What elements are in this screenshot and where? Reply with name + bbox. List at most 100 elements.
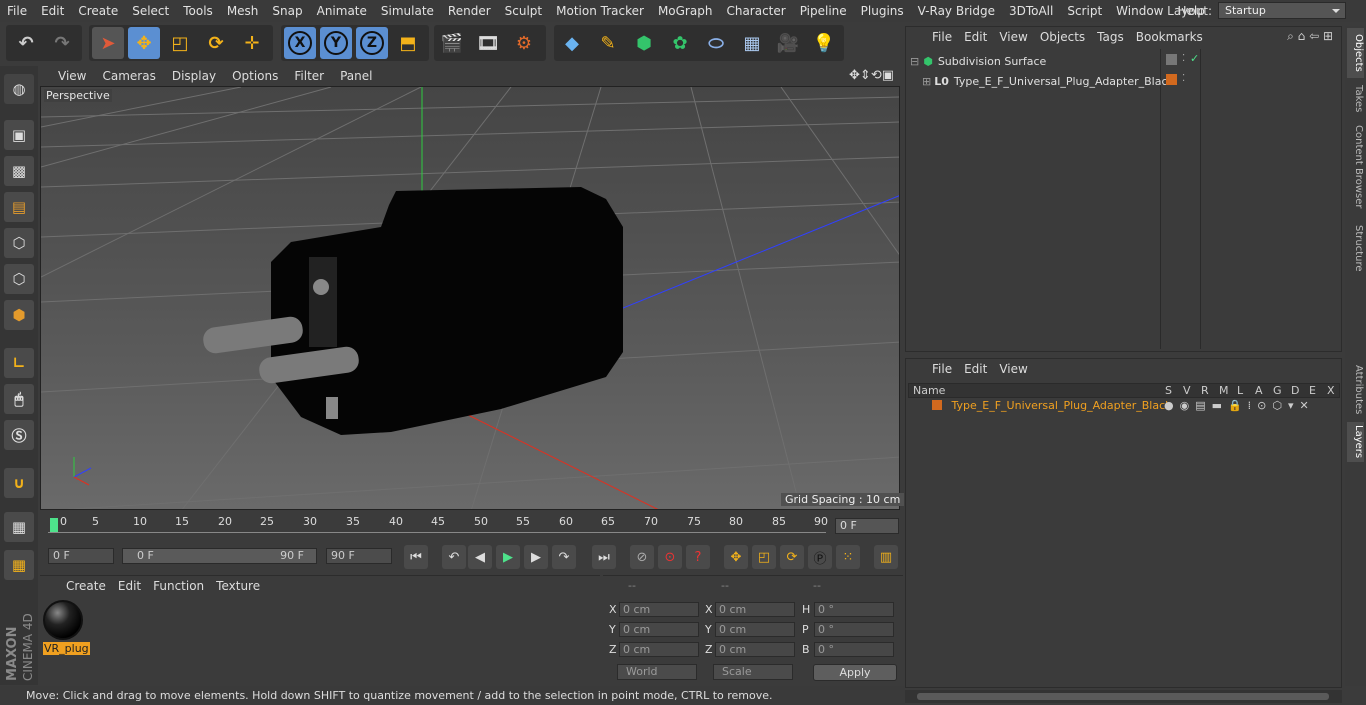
col-render[interactable]: R — [1201, 384, 1209, 397]
object-row-subdivision[interactable]: ⊟ ⬢ Subdivision Surface — [910, 52, 1046, 70]
axis-mode-icon[interactable]: ∟ — [4, 348, 34, 378]
mat-menu-create[interactable]: Create — [60, 579, 112, 593]
x-axis-button[interactable]: X — [284, 27, 316, 59]
light-icon[interactable]: 💡 — [808, 27, 840, 59]
menu-pipeline[interactable]: Pipeline — [793, 4, 854, 18]
rot-b-field[interactable]: 0 ° — [814, 642, 894, 657]
render-settings-icon[interactable]: ⚙ — [508, 27, 540, 59]
tab-objects[interactable]: Objects — [1347, 28, 1364, 78]
visibility-dots-icon[interactable]: ⁚ — [1182, 73, 1185, 84]
col-name[interactable]: Name — [913, 384, 945, 397]
playhead-marker[interactable] — [50, 518, 58, 533]
menu-file[interactable]: File — [0, 4, 34, 18]
obj-menu-edit[interactable]: Edit — [958, 30, 993, 44]
next-key-icon[interactable]: ↷ — [552, 545, 576, 569]
key-parameter-icon[interactable]: Ⓟ — [808, 545, 832, 569]
pos-z-field[interactable]: 0 cm — [619, 642, 699, 657]
layer-menu-edit[interactable]: Edit — [958, 362, 993, 376]
enabled-check-icon[interactable]: ✓ — [1190, 52, 1199, 65]
menu-edit[interactable]: Edit — [34, 4, 71, 18]
col-animation[interactable]: A — [1255, 384, 1263, 397]
layer-color-swatch[interactable] — [1166, 74, 1177, 85]
preview-range-slider[interactable]: 0 F 90 F — [122, 548, 317, 564]
solo-mode-icon[interactable]: Ⓢ — [4, 420, 34, 450]
workplane-mode-icon[interactable]: ▤ — [4, 192, 34, 222]
col-locked[interactable]: L — [1237, 384, 1243, 397]
obj-menu-view[interactable]: View — [993, 30, 1033, 44]
scale-icon[interactable]: ◰ — [164, 27, 196, 59]
col-view[interactable]: V — [1183, 384, 1191, 397]
vp-menu-filter[interactable]: Filter — [286, 69, 332, 83]
mat-menu-texture[interactable]: Texture — [210, 579, 266, 593]
move-icon[interactable]: ✥ — [128, 27, 160, 59]
menu-3dtoall[interactable]: 3DToAll — [1002, 4, 1060, 18]
make-editable-icon[interactable]: ◍ — [4, 74, 34, 104]
edges-mode-icon[interactable]: ⬡ — [4, 264, 34, 294]
vp-menu-options[interactable]: Options — [224, 69, 286, 83]
layer-tag-icon[interactable] — [1166, 54, 1177, 65]
col-xref[interactable]: X — [1327, 384, 1335, 397]
viewport-nav-icons[interactable]: ✥⇕⟲▣ — [849, 68, 894, 83]
menu-motion-tracker[interactable]: Motion Tracker — [549, 4, 651, 18]
search-home-icons[interactable]: ⌕ ⌂ ⇦ ⊞ — [1287, 29, 1333, 44]
end-frame-field[interactable]: 90 F — [326, 548, 392, 564]
render-view-icon[interactable]: 🎬 — [436, 27, 468, 59]
cube-icon[interactable]: ◆ — [556, 27, 588, 59]
timeline-ruler[interactable]: 0 5 10 15 20 25 30 35 40 45 50 55 60 65 … — [48, 515, 828, 537]
obj-menu-objects[interactable]: Objects — [1034, 30, 1091, 44]
layer-menu-view[interactable]: View — [993, 362, 1033, 376]
scrollbar-thumb[interactable] — [917, 693, 1329, 700]
col-manager[interactable]: M — [1219, 384, 1229, 397]
col-expressions[interactable]: E — [1309, 384, 1316, 397]
tree-expand-icon[interactable]: ⊟ — [910, 55, 919, 68]
texture-mode-icon[interactable]: ▩ — [4, 156, 34, 186]
tab-structure[interactable]: Structure — [1347, 222, 1364, 274]
live-select-icon[interactable]: ➤ — [92, 27, 124, 59]
rotate-icon[interactable]: ⟳ — [200, 27, 232, 59]
planar-workplane-icon[interactable]: ▦ — [4, 550, 34, 580]
obj-menu-bookmarks[interactable]: Bookmarks — [1130, 30, 1209, 44]
key-position-icon[interactable]: ✥ — [724, 545, 748, 569]
menu-snap[interactable]: Snap — [265, 4, 309, 18]
tweak-mode-icon[interactable]: 🖱 — [4, 384, 34, 414]
viewport-perspective[interactable] — [40, 86, 900, 510]
coord-mode-dropdown[interactable]: World — [617, 664, 697, 680]
menu-window[interactable]: Window — [1109, 4, 1170, 18]
points-mode-icon[interactable]: ⬡ — [4, 228, 34, 258]
rot-p-field[interactable]: 0 ° — [814, 622, 894, 637]
cloner-icon[interactable]: ✿ — [664, 27, 696, 59]
autokey-icon[interactable]: ⊙ — [658, 545, 682, 569]
size-y-field[interactable]: 0 cm — [715, 622, 795, 637]
mat-menu-function[interactable]: Function — [147, 579, 210, 593]
menu-vray-bridge[interactable]: V-Ray Bridge — [911, 4, 1002, 18]
floor-icon[interactable]: ▦ — [736, 27, 768, 59]
vp-menu-cameras[interactable]: Cameras — [94, 69, 163, 83]
coordinate-system-icon[interactable]: ⬒ — [392, 27, 424, 59]
col-solo[interactable]: S — [1165, 384, 1172, 397]
tab-takes[interactable]: Takes — [1347, 82, 1364, 116]
previous-frame-icon[interactable]: ◀ — [468, 545, 492, 569]
object-row-plug-adapter[interactable]: ⊞ L0 Type_E_F_Universal_Plug_Adapter_Bla… — [922, 72, 1174, 90]
previous-key-icon[interactable]: ↶ — [442, 545, 466, 569]
record-keys-icon[interactable]: ⊘ — [630, 545, 654, 569]
z-axis-button[interactable]: Z — [356, 27, 388, 59]
go-to-start-icon[interactable]: ⏮ — [404, 545, 428, 569]
vp-menu-view[interactable]: View — [50, 69, 94, 83]
layout-select[interactable]: Startup — [1218, 2, 1346, 19]
polygons-mode-icon[interactable]: ⬢ — [4, 300, 34, 330]
rot-h-field[interactable]: 0 ° — [814, 602, 894, 617]
menu-tools[interactable]: Tools — [176, 4, 220, 18]
key-point-level-icon[interactable]: ⁙ — [836, 545, 860, 569]
subdivision-icon[interactable]: ⬢ — [628, 27, 660, 59]
obj-menu-file[interactable]: File — [926, 30, 958, 44]
keyframe-selection-icon[interactable]: ? — [686, 545, 710, 569]
y-axis-button[interactable]: Y — [320, 27, 352, 59]
key-scale-icon[interactable]: ◰ — [752, 545, 776, 569]
go-to-end-icon[interactable]: ⏭ — [592, 545, 616, 569]
size-x-field[interactable]: 0 cm — [715, 602, 795, 617]
key-rotation-icon[interactable]: ⟳ — [780, 545, 804, 569]
tab-attributes[interactable]: Attributes — [1347, 362, 1364, 418]
menu-mograph[interactable]: MoGraph — [651, 4, 720, 18]
undo-icon[interactable]: ↶ — [10, 27, 42, 59]
menu-create[interactable]: Create — [71, 4, 125, 18]
